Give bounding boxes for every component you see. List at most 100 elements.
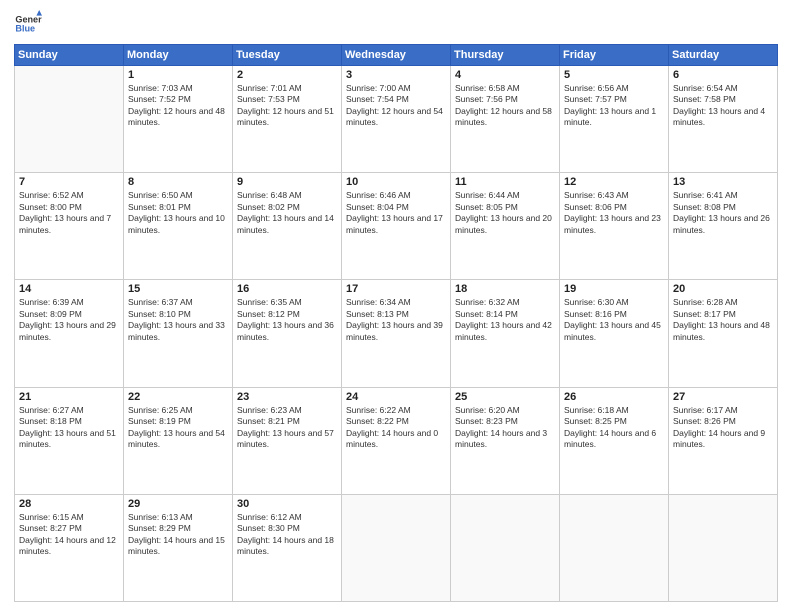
calendar-cell: 6 Sunrise: 6:54 AMSunset: 7:58 PMDaylight… [669,66,778,173]
weekday-row: SundayMondayTuesdayWednesdayThursdayFrid… [15,45,778,66]
calendar-cell: 16 Sunrise: 6:35 AMSunset: 8:12 PMDayligh… [233,280,342,387]
calendar-cell: 4Sunrise: 6:58 AMSunset: 7:56 PMDaylight… [451,66,560,173]
day-info: Sunrise: 6:22 AMSunset: 8:22 PMDaylight:… [346,405,446,451]
calendar-week-row: 28 Sunrise: 6:15 AMSunset: 8:27 PMDayligh… [15,494,778,601]
calendar-cell: 15Sunrise: 6:37 AMSunset: 8:10 PMDayligh… [124,280,233,387]
calendar-cell: 19 Sunrise: 6:30 AMSunset: 8:16 PMDayligh… [560,280,669,387]
day-info: Sunrise: 6:34 AMSunset: 8:13 PMDaylight:… [346,297,446,343]
day-info: Sunrise: 6:17 AMSunset: 8:26 PMDaylight:… [673,405,773,451]
day-number: 19 [564,283,664,295]
logo-icon: General Blue [14,10,42,38]
day-info: Sunrise: 6:23 AMSunset: 8:21 PMDaylight:… [237,405,337,451]
calendar-cell: 12 Sunrise: 6:43 AMSunset: 8:06 PMDayligh… [560,173,669,280]
weekday-header: Wednesday [342,45,451,66]
day-info: Sunrise: 6:18 AMSunset: 8:25 PMDaylight:… [564,405,664,451]
calendar-cell: 24 Sunrise: 6:22 AMSunset: 8:22 PMDayligh… [342,387,451,494]
weekday-header: Sunday [15,45,124,66]
header: General Blue [14,10,778,38]
calendar-cell: 13 Sunrise: 6:41 AMSunset: 8:08 PMDayligh… [669,173,778,280]
calendar-cell: 8 Sunrise: 6:50 AMSunset: 8:01 PMDaylight… [124,173,233,280]
calendar-cell: 1Sunrise: 7:03 AMSunset: 7:52 PMDaylight… [124,66,233,173]
day-number: 29 [128,498,228,510]
day-number: 13 [673,176,773,188]
day-number: 3 [346,69,446,81]
day-info: Sunrise: 6:52 AMSunset: 8:00 PMDaylight:… [19,190,119,236]
day-info: Sunrise: 6:46 AMSunset: 8:04 PMDaylight:… [346,190,446,236]
calendar-cell: 22 Sunrise: 6:25 AMSunset: 8:19 PMDayligh… [124,387,233,494]
day-info: Sunrise: 7:01 AMSunset: 7:53 PMDaylight:… [237,83,337,129]
calendar-cell [451,494,560,601]
calendar-cell [560,494,669,601]
calendar-week-row: 7Sunrise: 6:52 AMSunset: 8:00 PMDaylight… [15,173,778,280]
calendar-cell: 21Sunrise: 6:27 AMSunset: 8:18 PMDayligh… [15,387,124,494]
day-number: 17 [346,283,446,295]
calendar-cell: 28 Sunrise: 6:15 AMSunset: 8:27 PMDayligh… [15,494,124,601]
day-info: Sunrise: 6:41 AMSunset: 8:08 PMDaylight:… [673,190,773,236]
day-number: 8 [128,176,228,188]
day-info: Sunrise: 6:15 AMSunset: 8:27 PMDaylight:… [19,512,119,558]
day-info: Sunrise: 6:32 AMSunset: 8:14 PMDaylight:… [455,297,555,343]
calendar-cell: 18Sunrise: 6:32 AMSunset: 8:14 PMDayligh… [451,280,560,387]
calendar-cell: 30 Sunrise: 6:12 AMSunset: 8:30 PMDayligh… [233,494,342,601]
weekday-header: Monday [124,45,233,66]
day-number: 9 [237,176,337,188]
day-number: 4 [455,69,555,81]
day-info: Sunrise: 7:03 AMSunset: 7:52 PMDaylight:… [128,83,228,129]
calendar-table: SundayMondayTuesdayWednesdayThursdayFrid… [14,44,778,602]
page: General Blue SundayMondayTuesdayWednesda… [0,0,792,612]
weekday-header: Friday [560,45,669,66]
calendar-body: 1Sunrise: 7:03 AMSunset: 7:52 PMDaylight… [15,66,778,602]
day-info: Sunrise: 6:43 AMSunset: 8:06 PMDaylight:… [564,190,664,236]
calendar-header: SundayMondayTuesdayWednesdayThursdayFrid… [15,45,778,66]
day-number: 5 [564,69,664,81]
weekday-header: Tuesday [233,45,342,66]
day-number: 26 [564,391,664,403]
day-number: 16 [237,283,337,295]
weekday-header: Thursday [451,45,560,66]
day-info: Sunrise: 6:39 AMSunset: 8:09 PMDaylight:… [19,297,119,343]
day-number: 6 [673,69,773,81]
logo: General Blue [14,10,42,38]
day-info: Sunrise: 6:12 AMSunset: 8:30 PMDaylight:… [237,512,337,558]
calendar-cell: 27 Sunrise: 6:17 AMSunset: 8:26 PMDayligh… [669,387,778,494]
day-number: 30 [237,498,337,510]
calendar-cell: 29 Sunrise: 6:13 AMSunset: 8:29 PMDayligh… [124,494,233,601]
day-number: 28 [19,498,119,510]
calendar-week-row: 14 Sunrise: 6:39 AMSunset: 8:09 PMDayligh… [15,280,778,387]
weekday-header: Saturday [669,45,778,66]
day-info: Sunrise: 7:00 AMSunset: 7:54 PMDaylight:… [346,83,446,129]
calendar-cell: 17 Sunrise: 6:34 AMSunset: 8:13 PMDayligh… [342,280,451,387]
day-number: 2 [237,69,337,81]
calendar-cell [669,494,778,601]
day-info: Sunrise: 6:50 AMSunset: 8:01 PMDaylight:… [128,190,228,236]
calendar-cell: 25 Sunrise: 6:20 AMSunset: 8:23 PMDayligh… [451,387,560,494]
day-number: 27 [673,391,773,403]
day-info: Sunrise: 6:30 AMSunset: 8:16 PMDaylight:… [564,297,664,343]
calendar-cell [342,494,451,601]
day-info: Sunrise: 6:48 AMSunset: 8:02 PMDaylight:… [237,190,337,236]
day-number: 12 [564,176,664,188]
day-info: Sunrise: 6:35 AMSunset: 8:12 PMDaylight:… [237,297,337,343]
calendar-cell: 5Sunrise: 6:56 AMSunset: 7:57 PMDaylight… [560,66,669,173]
day-info: Sunrise: 6:20 AMSunset: 8:23 PMDaylight:… [455,405,555,451]
calendar-cell: 11Sunrise: 6:44 AMSunset: 8:05 PMDayligh… [451,173,560,280]
day-number: 22 [128,391,228,403]
day-number: 14 [19,283,119,295]
calendar-cell: 23 Sunrise: 6:23 AMSunset: 8:21 PMDayligh… [233,387,342,494]
day-info: Sunrise: 6:13 AMSunset: 8:29 PMDaylight:… [128,512,228,558]
calendar-cell: 2 Sunrise: 7:01 AMSunset: 7:53 PMDaylight… [233,66,342,173]
day-number: 25 [455,391,555,403]
calendar-week-row: 1Sunrise: 7:03 AMSunset: 7:52 PMDaylight… [15,66,778,173]
day-info: Sunrise: 6:37 AMSunset: 8:10 PMDaylight:… [128,297,228,343]
day-info: Sunrise: 6:28 AMSunset: 8:17 PMDaylight:… [673,297,773,343]
day-number: 10 [346,176,446,188]
calendar-cell: 26 Sunrise: 6:18 AMSunset: 8:25 PMDayligh… [560,387,669,494]
day-number: 11 [455,176,555,188]
calendar-week-row: 21Sunrise: 6:27 AMSunset: 8:18 PMDayligh… [15,387,778,494]
day-number: 24 [346,391,446,403]
day-info: Sunrise: 6:54 AMSunset: 7:58 PMDaylight:… [673,83,773,129]
calendar-cell: 20Sunrise: 6:28 AMSunset: 8:17 PMDayligh… [669,280,778,387]
day-number: 23 [237,391,337,403]
day-info: Sunrise: 6:25 AMSunset: 8:19 PMDaylight:… [128,405,228,451]
day-info: Sunrise: 6:27 AMSunset: 8:18 PMDaylight:… [19,405,119,451]
